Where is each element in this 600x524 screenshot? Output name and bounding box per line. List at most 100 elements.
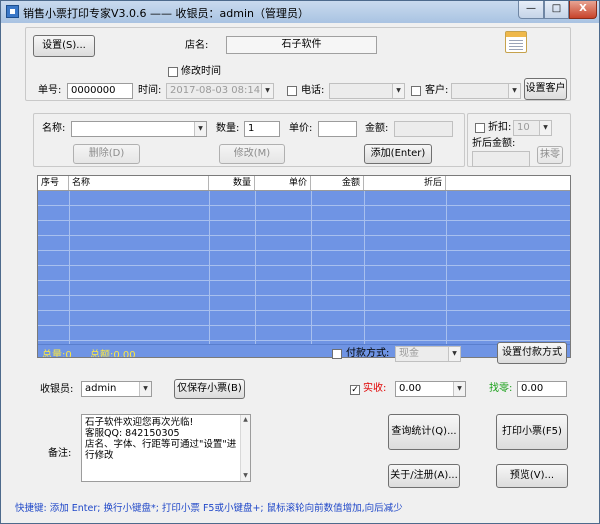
col-divider (69, 191, 70, 346)
settings-button[interactable]: 设置(S)... (33, 35, 95, 57)
zero-button[interactable]: 抹零 (537, 146, 563, 164)
chevron-down-icon: ▼ (453, 382, 465, 396)
cashier-select[interactable]: admin ▼ (81, 381, 152, 397)
total-amount: 总额:0.00 (90, 350, 136, 358)
chevron-down-icon: ▼ (508, 84, 520, 98)
payment-method-select[interactable]: 现金 ▼ (395, 346, 461, 362)
discount-amount-label: 折后金额: (472, 138, 516, 149)
received-label: 实收: (363, 383, 387, 394)
minimize-button[interactable]: — (518, 1, 544, 19)
quantity-input[interactable]: 1 (244, 121, 280, 137)
chevron-down-icon: ▼ (139, 382, 151, 396)
customer-label: 客户: (425, 85, 449, 96)
shortcut-hint: 快捷键: 添加 Enter; 换行小键盘*; 打印小票 F5或小键盘+; 鼠标滚… (15, 503, 403, 514)
order-no-label: 单号: (38, 85, 62, 96)
col-header-amount[interactable]: 金额 (311, 176, 364, 190)
close-button[interactable]: X (569, 1, 597, 19)
order-no-input[interactable]: 0000000 (67, 83, 133, 99)
about-register-button[interactable]: 关于/注册(A)... (388, 464, 460, 488)
window-title: 销售小票打印专家V3.0.6 —— 收银员：admin（管理员） (23, 7, 309, 20)
memo-textarea[interactable]: 石子软件欢迎您再次光临! 客服QQ: 842150305 店名、字体、行距等可通… (81, 414, 251, 482)
notepad-icon[interactable] (505, 31, 527, 53)
cashier-value: admin (85, 383, 117, 394)
title-bar[interactable]: 销售小票打印专家V3.0.6 —— 收银员：admin（管理员） — □ X (1, 1, 599, 23)
payment-method-checkbox[interactable] (332, 349, 342, 359)
maximize-button[interactable]: □ (544, 1, 569, 19)
customer-select[interactable]: ▼ (451, 83, 521, 99)
table-header: 序号 名称 数量 单价 金额 折后 (38, 176, 570, 191)
amount-field (394, 121, 453, 137)
set-customer-button[interactable]: 设置客户 (524, 78, 567, 100)
scroll-up-icon[interactable]: ▲ (241, 415, 250, 424)
phone-label: 电话: (301, 85, 325, 96)
discount-amount-field (472, 151, 530, 167)
discount-select[interactable]: 10 ▼ (513, 120, 552, 136)
checkbox-checked-icon[interactable]: ✓ (350, 385, 360, 395)
client-area: 设置(S)... 店名: 石子软件 修改时间 单号: 0000000 时间: 2… (7, 23, 595, 519)
discount-label: 折扣: (488, 122, 512, 133)
memo-scrollbar[interactable]: ▲ ▼ (240, 415, 250, 481)
time-picker[interactable]: 2017-08-03 08:14:40 ▼ (166, 83, 274, 99)
customer-checkbox[interactable] (411, 86, 421, 96)
unit-price-input[interactable] (318, 121, 357, 137)
memo-line: 客服QQ: 842150305 (85, 428, 180, 439)
discount-checkbox[interactable] (475, 123, 485, 133)
time-label: 时间: (138, 85, 162, 96)
table-row[interactable] (38, 251, 570, 266)
item-name-select[interactable]: ▼ (71, 121, 207, 137)
app-icon (6, 5, 19, 18)
table-row[interactable] (38, 311, 570, 326)
amount-label: 金额: (365, 123, 389, 134)
query-stats-button[interactable]: 查询统计(Q)... (388, 414, 460, 450)
col-header-price[interactable]: 单价 (255, 176, 311, 190)
col-header-seq[interactable]: 序号 (38, 176, 69, 190)
modify-time-label: 修改时间 (181, 66, 221, 77)
chevron-down-icon: ▼ (539, 121, 551, 135)
modify-button[interactable]: 修改(M) (219, 144, 285, 164)
memo-line: 石子软件欢迎您再次光临! (85, 417, 194, 428)
delete-button[interactable]: 删除(D) (73, 144, 140, 164)
col-header-discounted[interactable]: 折后 (364, 176, 446, 190)
change-field: 0.00 (517, 381, 567, 397)
modify-time-checkbox[interactable] (168, 67, 178, 77)
table-row[interactable] (38, 221, 570, 236)
table-row[interactable] (38, 296, 570, 311)
col-divider (311, 191, 312, 346)
quantity-label: 数量: (216, 123, 240, 134)
total-quantity: 总量:0 (42, 350, 72, 358)
table-row[interactable] (38, 266, 570, 281)
add-button[interactable]: 添加(Enter) (364, 144, 432, 164)
received-value: 0.00 (399, 383, 422, 394)
col-header-name[interactable]: 名称 (69, 176, 209, 190)
col-header-qty[interactable]: 数量 (209, 176, 255, 190)
cashier-label: 收银员: (40, 384, 74, 395)
payment-method-value: 现金 (399, 348, 419, 359)
table-row[interactable] (38, 326, 570, 341)
table-row[interactable] (38, 191, 570, 206)
table-row[interactable] (38, 281, 570, 296)
chevron-down-icon: ▼ (448, 347, 460, 361)
phone-checkbox[interactable] (287, 86, 297, 96)
print-receipt-button[interactable]: 打印小票(F5) (496, 414, 568, 450)
shop-name-field: 石子软件 (226, 36, 377, 54)
col-divider (446, 191, 447, 346)
table-row[interactable] (38, 206, 570, 221)
main-window: 销售小票打印专家V3.0.6 —— 收银员：admin（管理员） — □ X 设… (0, 0, 600, 524)
items-table[interactable]: 序号 名称 数量 单价 金额 折后 总量:0 总额:0.00 (37, 175, 571, 358)
set-payment-method-button[interactable]: 设置付款方式 (497, 342, 567, 364)
memo-label: 备注: (48, 448, 72, 459)
table-totals: 总量:0 总额:0.00 (38, 344, 570, 358)
change-label: 找零: (489, 383, 513, 394)
chevron-down-icon: ▼ (194, 122, 206, 136)
scroll-down-icon[interactable]: ▼ (241, 471, 250, 480)
table-row[interactable] (38, 236, 570, 251)
memo-line: 店名、字体、行距等可通过"设置"进 (85, 439, 237, 450)
save-only-button[interactable]: 仅保存小票(B) (174, 379, 245, 399)
received-select[interactable]: 0.00 ▼ (395, 381, 466, 397)
preview-button[interactable]: 预览(V)... (496, 464, 568, 488)
chevron-down-icon: ▼ (261, 84, 273, 98)
discount-value: 10 (517, 122, 530, 133)
col-divider (209, 191, 210, 346)
phone-select[interactable]: ▼ (329, 83, 405, 99)
memo-line: 行修改 (85, 450, 114, 461)
